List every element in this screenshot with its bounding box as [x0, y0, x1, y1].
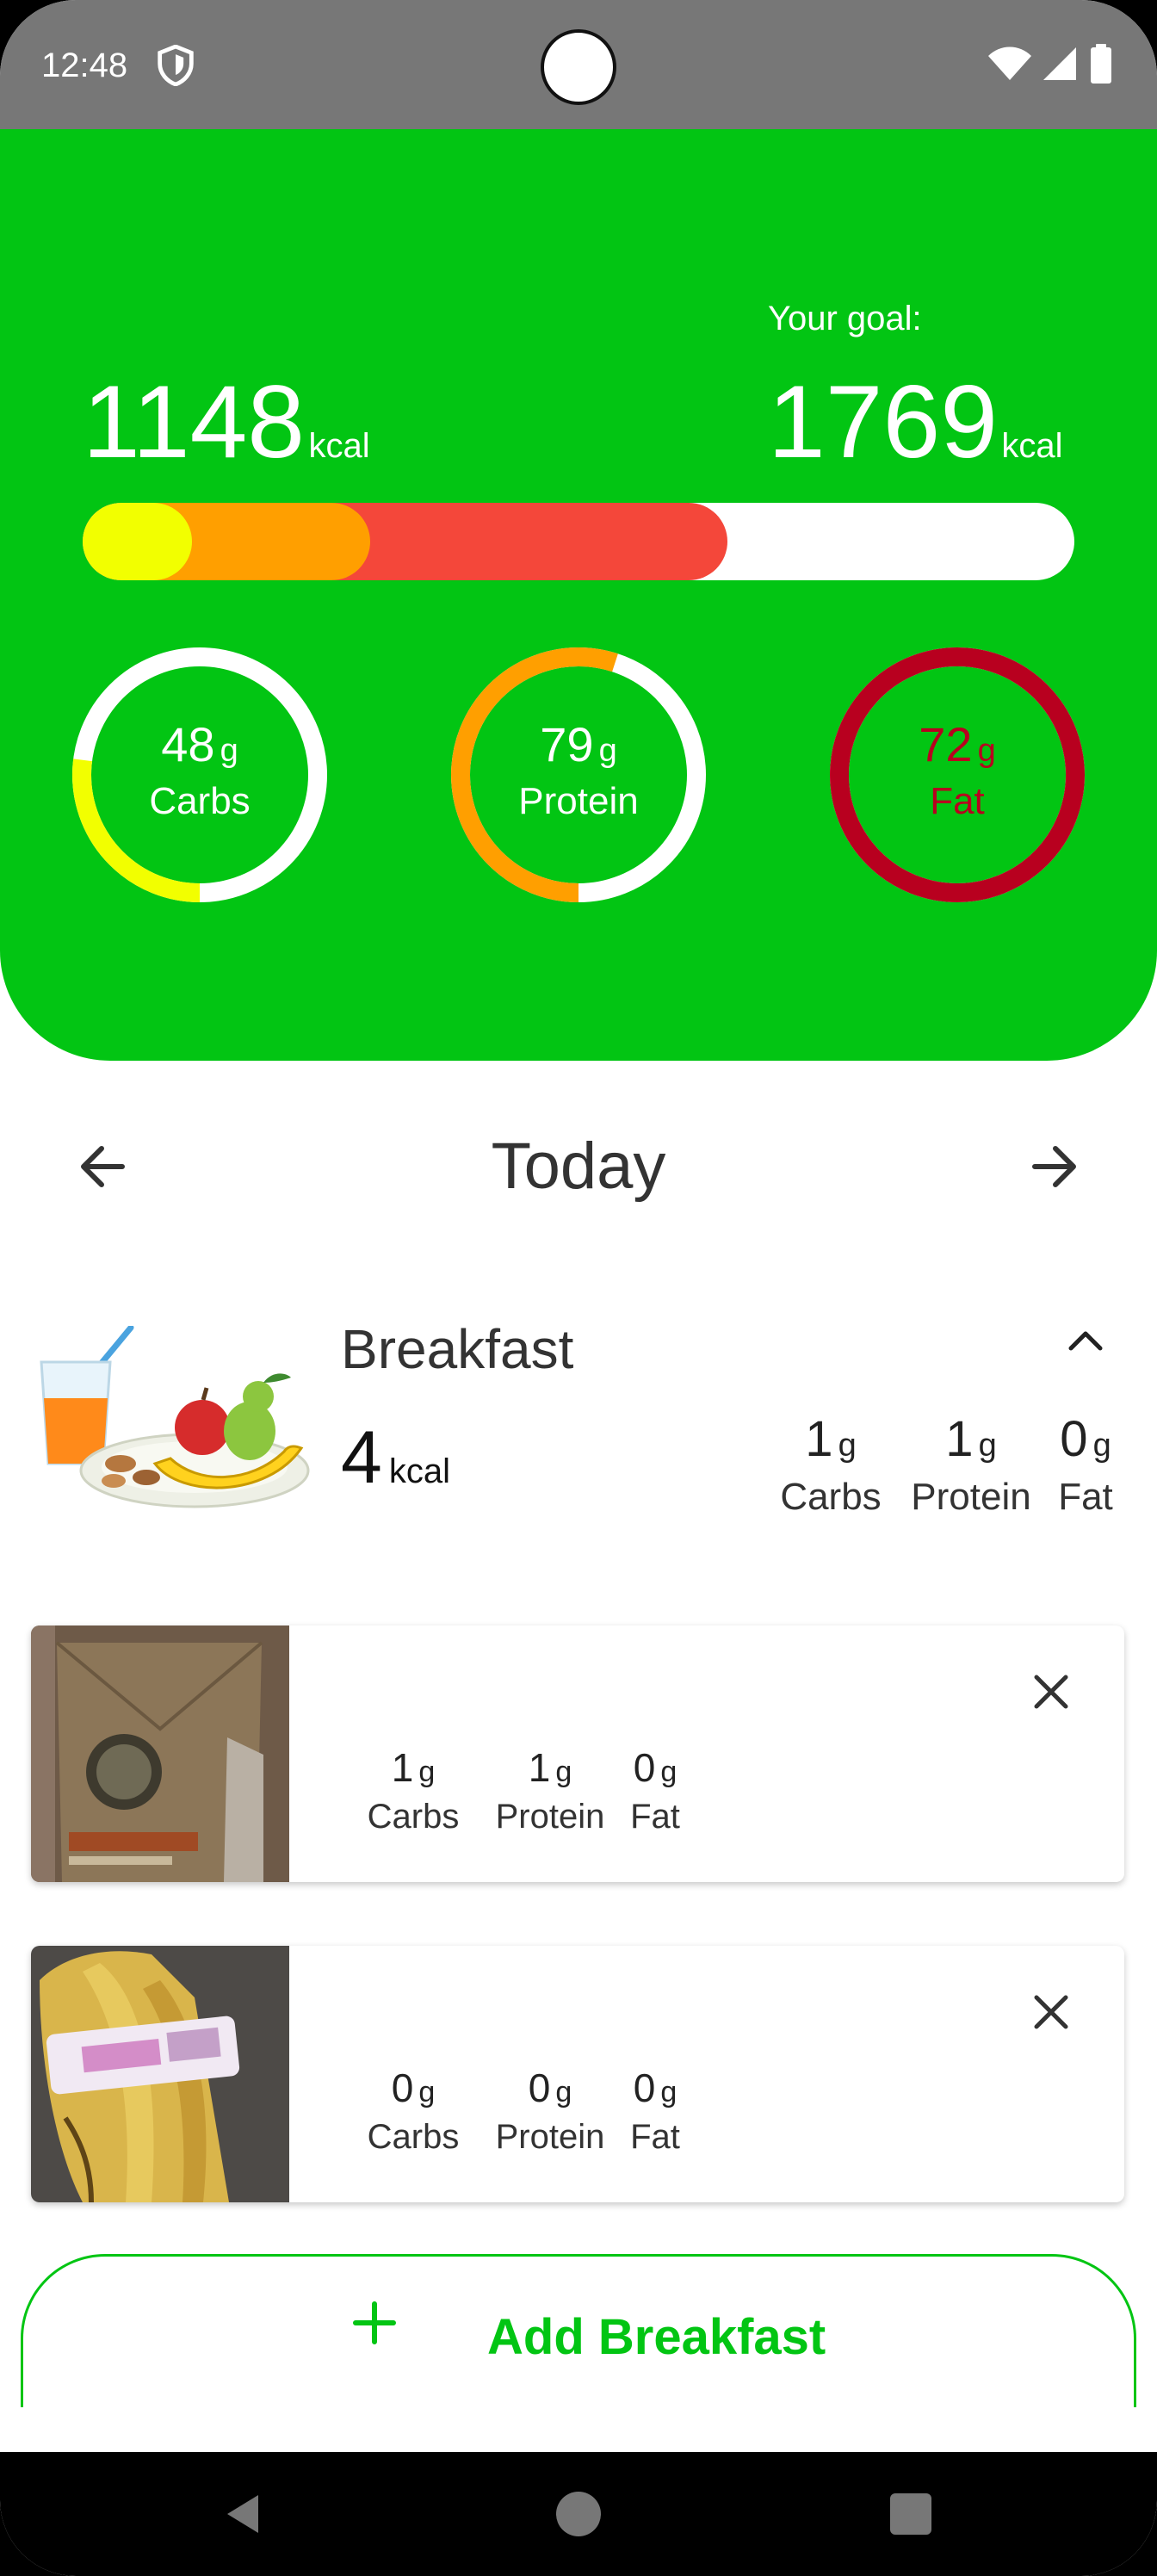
- add-button-clip: [0, 2407, 1157, 2452]
- consumed-unit: kcal: [308, 427, 370, 465]
- fat-ring-arc: [830, 647, 1085, 902]
- meal-protein: 1g Protein: [911, 1411, 1031, 1519]
- coffee-bag-photo: [31, 1625, 289, 1882]
- date-navigation: Today: [0, 1119, 1157, 1214]
- back-icon[interactable]: [215, 2486, 270, 2542]
- meal-kcal-unit: kcal: [388, 1452, 450, 1490]
- status-time: 12:48: [41, 46, 128, 84]
- goal-unit: kcal: [1001, 427, 1063, 465]
- meal-title: Breakfast: [341, 1318, 574, 1380]
- item-carbs: 1g Carbs: [367, 1745, 460, 1836]
- item-protein: 0g Protein: [495, 2065, 605, 2156]
- home-icon[interactable]: [551, 2486, 606, 2542]
- carbs-progress-segment: [83, 503, 192, 580]
- camera-cutout: [541, 29, 616, 105]
- goal-value: 1769: [768, 364, 998, 480]
- date-title: Today: [491, 1130, 666, 1203]
- consumed-calories: 1148 kcal: [83, 370, 370, 474]
- meal-kcal-value: 4: [341, 1416, 382, 1499]
- item-fat: 0g Fat: [630, 1745, 680, 1836]
- bananas-photo: [31, 1946, 289, 2202]
- wifi-icon: [988, 46, 1031, 80]
- arrow-right-icon[interactable]: [1019, 1136, 1088, 1197]
- food-item-card[interactable]: 1g Carbs 1g Protein 0g Fat: [31, 1625, 1124, 1882]
- recents-icon[interactable]: [883, 2486, 938, 2542]
- carbs-value: 48 g: [161, 717, 238, 771]
- chevron-up-icon[interactable]: [1064, 1322, 1107, 1357]
- item-fat: 0g Fat: [630, 2065, 680, 2156]
- fat-label: Fat: [930, 780, 985, 822]
- item-protein: 1g Protein: [495, 1745, 605, 1836]
- goal-label: Your goal:: [768, 300, 922, 337]
- calorie-progress-bar: [83, 503, 1074, 580]
- close-icon[interactable]: [1030, 1991, 1073, 2034]
- fat-value: 72 g: [919, 717, 996, 771]
- app-screen: 12:48 1148 kcal Your goal: 1769 kcal 48 …: [0, 0, 1157, 2576]
- carbs-label: Carbs: [149, 780, 251, 822]
- shield-icon: [158, 45, 194, 86]
- signal-icon: [1043, 47, 1076, 80]
- meal-carbs: 1g Carbs: [780, 1411, 882, 1519]
- protein-label: Protein: [518, 780, 639, 822]
- protein-ring: 79 g Protein: [449, 646, 708, 904]
- add-breakfast-label[interactable]: Add Breakfast: [487, 2307, 826, 2368]
- summary-header: 1148 kcal Your goal: 1769 kcal 48 g Carbs: [0, 129, 1157, 1061]
- battery-icon: [1091, 44, 1111, 84]
- meal-calories: 4 kcal: [341, 1421, 450, 1508]
- plus-icon[interactable]: [349, 2297, 400, 2349]
- food-item-card[interactable]: 0g Carbs 0g Protein 0g Fat: [31, 1946, 1124, 2202]
- fat-ring: 72 g Fat: [828, 646, 1086, 904]
- protein-value: 79 g: [540, 717, 617, 771]
- status-bar: 12:48: [0, 0, 1157, 129]
- meal-fat: 0g Fat: [1058, 1411, 1113, 1519]
- close-icon[interactable]: [1030, 1670, 1073, 1713]
- goal-calories: 1769 kcal: [768, 370, 1063, 474]
- breakfast-illustration: [40, 1326, 310, 1508]
- carbs-ring: 48 g Carbs: [71, 646, 329, 904]
- item-carbs: 0g Carbs: [367, 2065, 460, 2156]
- status-icons: [988, 43, 1112, 84]
- consumed-value: 1148: [83, 364, 306, 480]
- system-navigation-bar: [0, 2452, 1157, 2576]
